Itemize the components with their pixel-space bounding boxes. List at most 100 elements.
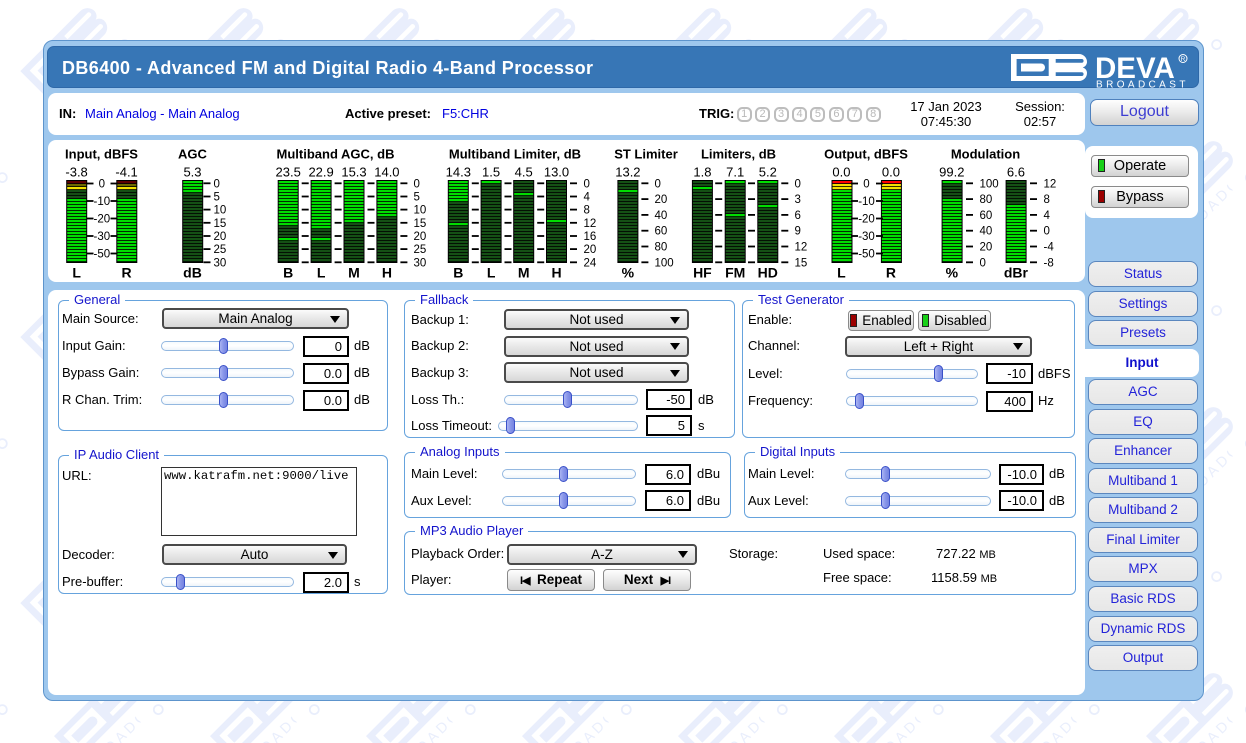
svg-text:20: 20 (980, 242, 993, 254)
svg-text:8: 8 (584, 205, 590, 217)
svg-text:5: 5 (414, 192, 420, 204)
svg-text:0: 0 (214, 178, 220, 190)
svg-text:HD: HD (758, 265, 778, 281)
svg-text:15: 15 (214, 218, 227, 230)
svg-text:-30: -30 (93, 231, 110, 243)
svg-text:99.2: 99.2 (939, 165, 964, 180)
svg-text:-20: -20 (858, 214, 875, 226)
svg-text:M: M (348, 265, 360, 281)
svg-text:L: L (837, 265, 846, 281)
svg-text:-8: -8 (1044, 257, 1054, 269)
svg-text:20: 20 (655, 194, 668, 206)
svg-text:12: 12 (795, 242, 808, 254)
svg-text:20: 20 (414, 231, 427, 243)
svg-text:16: 16 (584, 231, 597, 243)
svg-text:40: 40 (655, 210, 668, 222)
svg-text:-50: -50 (858, 249, 875, 261)
svg-text:0.0: 0.0 (832, 165, 850, 180)
svg-text:B: B (283, 265, 293, 281)
svg-text:14.0: 14.0 (374, 165, 399, 180)
svg-text:100: 100 (980, 178, 999, 190)
svg-text:Modulation: Modulation (951, 147, 1020, 162)
svg-text:M: M (518, 265, 530, 281)
svg-text:R: R (1181, 56, 1186, 63)
svg-text:25: 25 (414, 244, 427, 256)
svg-text:0.0: 0.0 (882, 165, 900, 180)
svg-text:BROADCAST: BROADCAST (1096, 79, 1189, 88)
svg-text:5.2: 5.2 (759, 165, 777, 180)
svg-text:80: 80 (655, 242, 668, 254)
svg-text:4: 4 (584, 192, 591, 204)
svg-text:-4.1: -4.1 (115, 165, 137, 180)
svg-text:L: L (72, 265, 81, 281)
svg-text:ST Limiter: ST Limiter (614, 147, 678, 162)
svg-text:AGC: AGC (178, 147, 208, 162)
svg-text:0: 0 (99, 179, 105, 191)
svg-text:H: H (551, 265, 561, 281)
svg-text:6.6: 6.6 (1007, 165, 1025, 180)
svg-text:7.1: 7.1 (726, 165, 744, 180)
svg-text:15: 15 (414, 218, 427, 230)
svg-text:H: H (382, 265, 392, 281)
svg-text:0: 0 (584, 178, 590, 190)
svg-text:9: 9 (795, 226, 801, 238)
svg-text:L: L (487, 265, 496, 281)
svg-text:60: 60 (655, 226, 668, 238)
svg-text:24: 24 (584, 257, 597, 269)
svg-text:13.0: 13.0 (544, 165, 569, 180)
svg-text:23.5: 23.5 (276, 165, 301, 180)
svg-text:-10: -10 (858, 196, 875, 208)
svg-text:0: 0 (414, 178, 420, 190)
svg-text:L: L (317, 265, 326, 281)
svg-text:10: 10 (214, 205, 227, 217)
svg-text:14.3: 14.3 (446, 165, 471, 180)
svg-text:20: 20 (214, 231, 227, 243)
svg-text:12: 12 (1044, 178, 1057, 190)
svg-text:-10: -10 (93, 196, 110, 208)
svg-text:12: 12 (584, 218, 597, 230)
svg-text:-30: -30 (858, 231, 875, 243)
svg-text:%: % (946, 265, 959, 281)
svg-text:Limiters, dB: Limiters, dB (701, 147, 776, 162)
svg-text:0: 0 (980, 257, 986, 269)
svg-text:dBr: dBr (1004, 265, 1029, 281)
svg-text:13.2: 13.2 (615, 165, 640, 180)
svg-text:60: 60 (980, 210, 993, 222)
svg-text:%: % (622, 265, 635, 281)
svg-text:Multiband Limiter, dB: Multiband Limiter, dB (449, 147, 581, 162)
svg-text:40: 40 (980, 226, 993, 238)
svg-text:20: 20 (584, 244, 597, 256)
svg-text:15.3: 15.3 (341, 165, 366, 180)
svg-text:Input, dBFS: Input, dBFS (65, 147, 138, 162)
svg-text:30: 30 (414, 257, 427, 269)
svg-text:FM: FM (725, 265, 745, 281)
svg-text:1.5: 1.5 (482, 165, 500, 180)
svg-text:4: 4 (1044, 210, 1051, 222)
svg-text:-50: -50 (93, 249, 110, 261)
svg-text:dB: dB (183, 265, 202, 281)
svg-text:10: 10 (414, 205, 427, 217)
svg-text:100: 100 (655, 257, 674, 269)
svg-text:80: 80 (980, 194, 993, 206)
svg-text:HF: HF (693, 265, 712, 281)
svg-text:1.8: 1.8 (693, 165, 711, 180)
svg-text:Multiband AGC, dB: Multiband AGC, dB (277, 147, 395, 162)
svg-text:0: 0 (655, 178, 661, 190)
svg-text:-4: -4 (1044, 242, 1055, 254)
svg-text:8: 8 (1044, 194, 1050, 206)
svg-text:-20: -20 (93, 214, 110, 226)
svg-text:22.9: 22.9 (308, 165, 333, 180)
svg-text:-3.8: -3.8 (65, 165, 87, 180)
svg-text:R: R (886, 265, 896, 281)
svg-text:R: R (122, 265, 132, 281)
svg-text:25: 25 (214, 244, 227, 256)
svg-text:15: 15 (795, 257, 808, 269)
svg-text:0: 0 (1044, 226, 1050, 238)
svg-text:Output, dBFS: Output, dBFS (824, 147, 908, 162)
svg-text:B: B (453, 265, 463, 281)
svg-text:0: 0 (795, 178, 801, 190)
svg-text:30: 30 (214, 257, 227, 269)
svg-text:6: 6 (795, 210, 801, 222)
svg-text:3: 3 (795, 194, 801, 206)
svg-text:5: 5 (214, 192, 220, 204)
